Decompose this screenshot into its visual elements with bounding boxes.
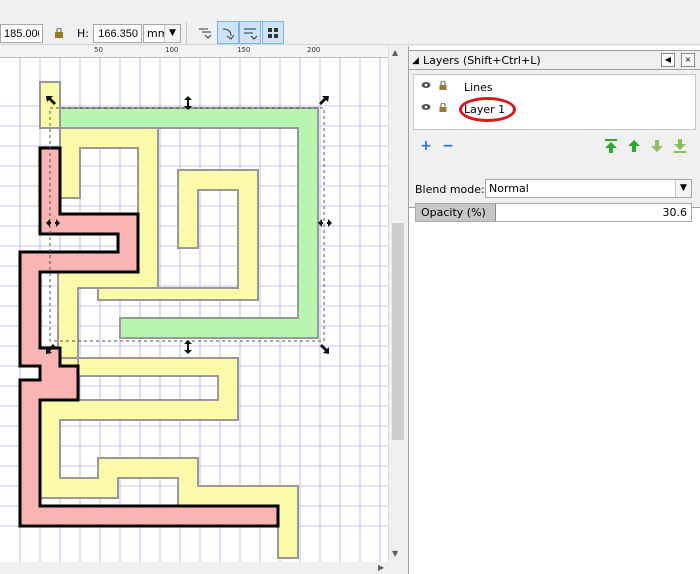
height-input[interactable] [93,24,142,43]
scale-stroke-button[interactable] [194,21,216,44]
unit-select[interactable]: mm ▼ [143,24,181,43]
scale-radius-icon [222,28,235,40]
chevron-down-icon: ▼ [164,25,180,42]
add-icon: + [420,138,432,154]
toolbar-separator [186,22,187,44]
scroll-right-icon[interactable]: ▶ [378,563,384,572]
scroll-down-icon[interactable]: ▼ [392,549,398,558]
scroll-up-icon[interactable]: ▲ [392,48,398,57]
canvas-drawing[interactable] [0,58,388,574]
layer-row-layer-1[interactable]: Layer 1 [414,99,695,119]
scale-stroke-icon [199,28,212,39]
eye-icon[interactable] [421,103,431,114]
scale-handle-top-right[interactable] [319,96,329,105]
scale-handle-bottom-right[interactable] [320,344,329,354]
lock-icon[interactable] [439,102,447,115]
lower-to-bottom-icon [674,139,686,153]
layer-name[interactable]: Lines [464,81,493,94]
move-gradient-button[interactable] [239,21,261,44]
move-pattern-button[interactable] [262,21,284,44]
h-label: H: [77,27,89,40]
blend-mode-value: Normal [489,182,529,195]
ruler-label: 150 [237,46,251,54]
blend-mode-label: Blend mode: [415,183,485,196]
toolbar: H: mm ▼ [0,0,700,45]
layer-list: Lines Layer 1 [413,74,696,130]
raise-layer-button[interactable] [625,138,643,156]
raise-icon [628,140,640,152]
raise-to-top-button[interactable] [602,138,620,156]
panel-grip-icon: ◢ [412,56,419,66]
panel-title-bar: ◢ Layers (Shift+Ctrl+L) ◀ × [409,50,700,70]
lower-layer-button[interactable] [648,138,666,156]
lower-icon [651,140,663,152]
horizontal-scrollbar[interactable]: ▶ [0,562,406,574]
move-pattern-icon [268,28,278,38]
scale-handle-bottom[interactable] [184,340,192,354]
lock-icon[interactable] [54,27,64,38]
layer-row-lines[interactable]: Lines [414,77,695,97]
lock-icon[interactable] [439,80,447,93]
add-layer-button[interactable]: + [417,138,435,156]
remove-layer-button[interactable]: − [439,138,457,156]
scale-radius-button[interactable] [217,21,239,44]
layers-panel: ◢ Layers (Shift+Ctrl+L) ◀ × Lines Layer … [408,46,700,574]
move-gradient-icon [244,28,258,40]
panel-collapse-button[interactable]: ◀ [661,53,675,67]
highlight-ring [459,97,516,122]
scrollbar-thumb[interactable] [392,223,404,440]
layers-panel-body: Lines Layer 1 + − Blend mode: Normal ▼ O… [409,70,700,222]
panel-close-button[interactable]: × [681,53,695,67]
panel-title: Layers (Shift+Ctrl+L) [423,54,541,67]
ruler-label: 100 [165,46,179,54]
blend-mode-select[interactable]: Normal ▼ [485,179,692,198]
vertical-scrollbar[interactable]: ▲ ▼ [388,46,406,562]
lower-to-bottom-button[interactable] [671,138,689,156]
ruler-label: 50 [94,46,103,54]
remove-icon: − [442,138,454,154]
horizontal-ruler: 50 100 150 200 [0,46,388,58]
chevron-down-icon: ▼ [675,180,691,197]
opacity-slider[interactable]: Opacity (%) 30.6 [415,203,692,222]
x-position-input[interactable] [0,24,43,43]
eye-icon[interactable] [421,81,431,92]
ruler-label: 200 [307,46,321,54]
drawing-canvas[interactable] [0,46,406,574]
opacity-label: Opacity (%) [421,206,486,219]
raise-to-top-icon [605,139,617,153]
opacity-value[interactable]: 30.6 [663,206,688,219]
